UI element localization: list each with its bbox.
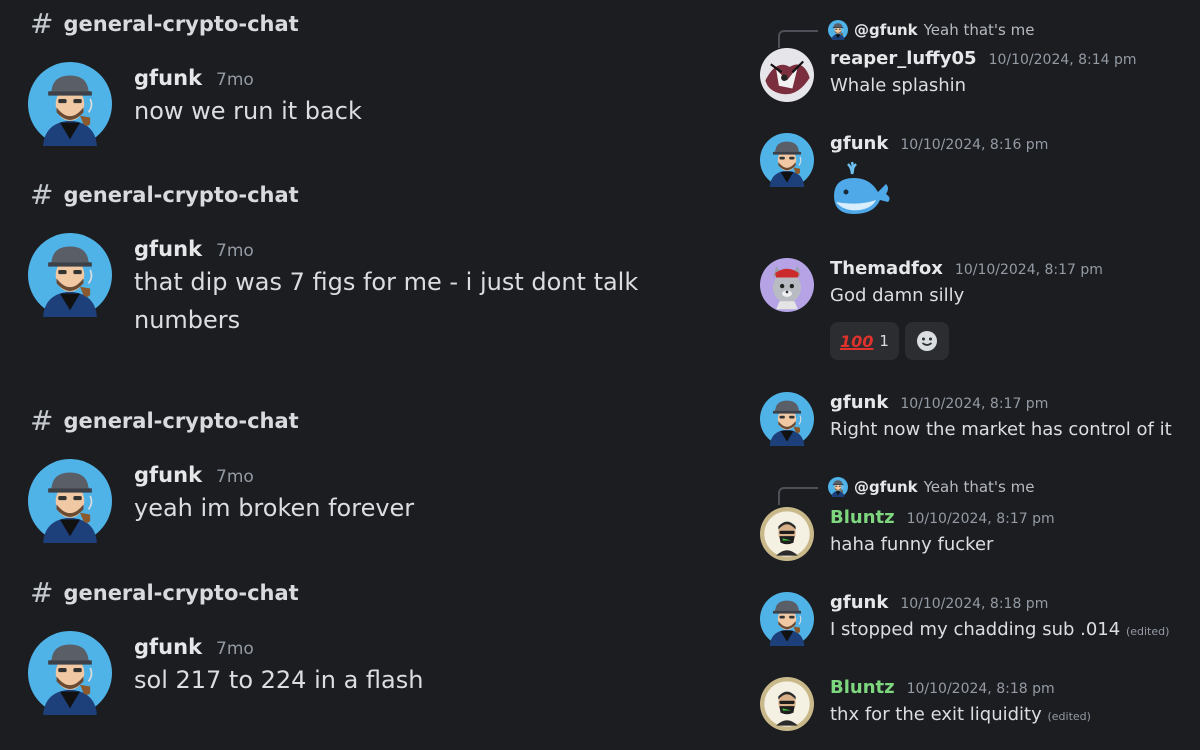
message: gfunk 7mo yeah im broken forever	[28, 459, 654, 543]
message: gfunk 10/10/2024, 8:17 pm Right now the …	[760, 392, 1172, 446]
message: gfunk 7mo that dip was 7 figs for me - i…	[28, 233, 654, 339]
screenshot-collage: # general-crypto-chat gfunk 7mo now we r…	[0, 0, 1200, 750]
message-text: that dip was 7 figs for me - i just dont…	[134, 268, 639, 334]
avatar[interactable]	[28, 62, 112, 146]
hundred-points-icon: 100	[840, 331, 874, 351]
message-timestamp: 7mo	[216, 639, 254, 659]
edited-tag: (edited)	[1125, 625, 1170, 638]
reply-reference[interactable]: @gfunk Yeah that's me	[778, 20, 1035, 48]
message-text: Whale splashin	[830, 75, 967, 96]
message-text: haha funny fucker	[830, 534, 994, 555]
message-timestamp: 10/10/2024, 8:17 pm	[906, 511, 1055, 527]
reaction-count: 1	[879, 332, 889, 350]
whale-emoji	[834, 161, 890, 214]
reply-avatar	[828, 20, 848, 40]
avatar[interactable]	[760, 677, 814, 731]
avatar[interactable]	[760, 392, 814, 446]
message-author[interactable]: Themadfox	[830, 258, 943, 279]
message: Bluntz 10/10/2024, 8:18 pm thx for the e…	[760, 677, 1091, 731]
avatar[interactable]	[28, 631, 112, 715]
avatar[interactable]	[760, 592, 814, 646]
message-author[interactable]: gfunk	[830, 592, 888, 613]
message-text: I stopped my chadding sub .014	[830, 619, 1121, 640]
message-author[interactable]: gfunk	[830, 133, 888, 154]
message-timestamp: 10/10/2024, 8:17 pm	[900, 396, 1049, 412]
message-author[interactable]: Bluntz	[830, 677, 895, 698]
smiley-icon	[916, 331, 937, 351]
left-channel-panel: # general-crypto-chat gfunk 7mo now we r…	[0, 0, 720, 750]
channel-header[interactable]: # general-crypto-chat	[30, 181, 299, 209]
reaction-100[interactable]: 100 1	[830, 322, 899, 360]
message-text: yeah im broken forever	[134, 494, 415, 522]
message: Bluntz 10/10/2024, 8:17 pm haha funny fu…	[760, 507, 1055, 561]
add-reaction-button[interactable]	[904, 322, 949, 360]
avatar[interactable]	[28, 233, 112, 317]
message: gfunk 7mo now we run it back	[28, 62, 654, 146]
reply-connector	[778, 30, 818, 48]
message-author[interactable]: gfunk	[134, 237, 202, 261]
message-timestamp: 10/10/2024, 8:14 pm	[988, 52, 1137, 68]
message-author[interactable]: reaper_luffy05	[830, 48, 977, 69]
message: gfunk 7mo sol 217 to 224 in a flash	[28, 631, 654, 715]
reply-snippet: Yeah that's me	[923, 478, 1035, 496]
message-author[interactable]: gfunk	[134, 66, 202, 90]
message-author[interactable]: gfunk	[134, 635, 202, 659]
message-text: now we run it back	[134, 97, 362, 125]
message: Themadfox 10/10/2024, 8:17 pm God damn s…	[760, 258, 1103, 312]
message-timestamp: 7mo	[216, 241, 254, 261]
avatar[interactable]	[760, 507, 814, 561]
channel-name: general-crypto-chat	[63, 12, 299, 36]
message-author[interactable]: gfunk	[134, 463, 202, 487]
message-text: sol 217 to 224 in a flash	[134, 666, 424, 694]
message-timestamp: 7mo	[216, 70, 254, 90]
hash-icon: #	[30, 576, 54, 609]
reply-snippet: Yeah that's me	[923, 21, 1035, 39]
message: reaper_luffy05 10/10/2024, 8:14 pm Whale…	[760, 48, 1137, 102]
hash-icon: #	[30, 404, 54, 437]
channel-header[interactable]: # general-crypto-chat	[30, 10, 299, 38]
hash-icon: #	[30, 7, 54, 40]
channel-name: general-crypto-chat	[63, 409, 299, 433]
reply-avatar	[828, 477, 848, 497]
message-text: God damn silly	[830, 285, 965, 306]
channel-name: general-crypto-chat	[63, 183, 299, 207]
message-timestamp: 10/10/2024, 8:17 pm	[954, 262, 1103, 278]
reply-connector	[778, 487, 818, 505]
message-timestamp: 7mo	[216, 467, 254, 487]
message-author[interactable]: Bluntz	[830, 507, 895, 528]
message-text-row: I stopped my chadding sub .014 (edited)	[830, 619, 1169, 640]
message-timestamp: 10/10/2024, 8:16 pm	[900, 137, 1049, 153]
right-chat-panel: @gfunk Yeah that's me reaper_luffy05 10/…	[740, 0, 1200, 750]
reply-author[interactable]: @gfunk	[854, 478, 918, 496]
hash-icon: #	[30, 178, 54, 211]
reply-author[interactable]: @gfunk	[854, 21, 918, 39]
reaction-bar: 100 1	[830, 322, 949, 360]
message-text-row: thx for the exit liquidity (edited)	[830, 704, 1091, 725]
message-timestamp: 10/10/2024, 8:18 pm	[900, 596, 1049, 612]
message-author[interactable]: gfunk	[830, 392, 888, 413]
message-text: Right now the market has control of it	[830, 419, 1172, 440]
channel-header[interactable]: # general-crypto-chat	[30, 579, 299, 607]
avatar[interactable]	[760, 48, 814, 102]
channel-header[interactable]: # general-crypto-chat	[30, 407, 299, 435]
avatar[interactable]	[760, 133, 814, 187]
edited-tag: (edited)	[1047, 710, 1091, 723]
avatar[interactable]	[28, 459, 112, 543]
avatar[interactable]	[760, 258, 814, 312]
message: gfunk 10/10/2024, 8:16 pm	[760, 133, 1048, 220]
message-timestamp: 10/10/2024, 8:18 pm	[906, 681, 1055, 697]
message-text: thx for the exit liquidity	[830, 704, 1042, 725]
reply-reference[interactable]: @gfunk Yeah that's me	[778, 477, 1035, 505]
message: gfunk 10/10/2024, 8:18 pm I stopped my c…	[760, 592, 1169, 646]
channel-name: general-crypto-chat	[63, 581, 299, 605]
